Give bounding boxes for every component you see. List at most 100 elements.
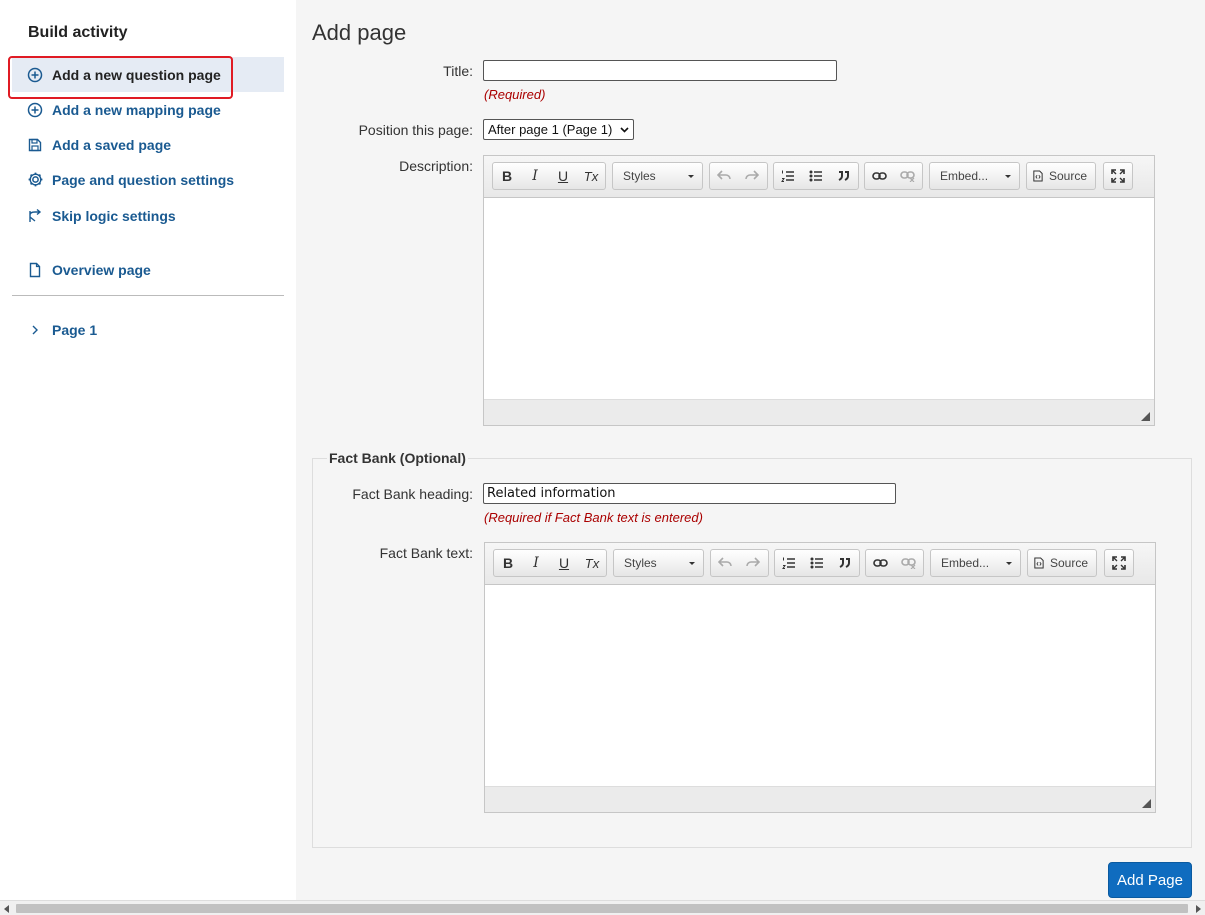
caret-down-icon bbox=[1006, 561, 1012, 565]
undo-icon[interactable] bbox=[710, 163, 738, 189]
sidebar-divider bbox=[12, 295, 284, 296]
sidebar-item-add-saved-page[interactable]: Add a saved page bbox=[12, 127, 284, 162]
scrollbar-thumb[interactable] bbox=[16, 904, 1188, 913]
factbank-editor-body[interactable] bbox=[485, 586, 1155, 786]
maximize-icon[interactable] bbox=[1104, 163, 1132, 189]
sidebar-item-skip-logic-settings[interactable]: Skip logic settings bbox=[12, 198, 284, 233]
caret-down-icon bbox=[689, 561, 695, 565]
sidebar-item-label: Overview page bbox=[52, 261, 151, 278]
factbank-required-note: (Required if Fact Bank text is entered) bbox=[484, 510, 703, 525]
blockquote-icon[interactable] bbox=[830, 163, 858, 189]
unlink-icon[interactable] bbox=[893, 163, 921, 189]
format-group: B I U Tx bbox=[492, 162, 606, 190]
chevron-down-icon bbox=[620, 126, 629, 133]
page-title: Add page bbox=[312, 20, 407, 45]
underline-button[interactable]: U bbox=[550, 550, 578, 576]
link-group bbox=[865, 549, 924, 577]
italic-button[interactable]: I bbox=[521, 163, 549, 189]
embed-dropdown[interactable]: Embed... bbox=[930, 549, 1021, 577]
embed-label: Embed... bbox=[941, 556, 990, 570]
clear-format-button[interactable]: Tx bbox=[578, 550, 606, 576]
source-icon bbox=[1034, 557, 1044, 569]
sidebar-item-page-1[interactable]: Page 1 bbox=[12, 312, 284, 347]
position-label: Position this page: bbox=[358, 122, 473, 138]
source-icon bbox=[1033, 170, 1043, 182]
scroll-right-icon[interactable] bbox=[1196, 905, 1201, 913]
resize-handle-icon[interactable] bbox=[1142, 799, 1151, 808]
editor-toolbar: B I U Tx Styles Embed... Source bbox=[484, 156, 1154, 198]
list-group bbox=[774, 549, 860, 577]
resize-handle-icon[interactable] bbox=[1141, 412, 1150, 421]
sidebar-item-page-question-settings[interactable]: Page and question settings bbox=[12, 162, 284, 197]
description-editor: B I U Tx Styles Embed... Source bbox=[483, 155, 1155, 426]
factbank-legend: Fact Bank (Optional) bbox=[327, 450, 468, 466]
embed-label: Embed... bbox=[940, 169, 989, 183]
unlink-icon[interactable] bbox=[894, 550, 922, 576]
plus-circle-icon bbox=[26, 66, 44, 84]
maximize-group bbox=[1104, 549, 1134, 577]
caret-down-icon bbox=[688, 174, 694, 178]
list-group bbox=[773, 162, 859, 190]
sidebar-item-label: Page 1 bbox=[52, 321, 98, 338]
sidebar-item-label: Skip logic settings bbox=[52, 207, 176, 224]
clear-format-button[interactable]: Tx bbox=[577, 163, 605, 189]
numbered-list-icon[interactable] bbox=[774, 163, 802, 189]
link-icon[interactable] bbox=[865, 163, 893, 189]
description-editor-body[interactable] bbox=[484, 199, 1154, 399]
italic-button[interactable]: I bbox=[522, 550, 550, 576]
sidebar-title: Build activity bbox=[28, 24, 128, 41]
sidebar-item-add-mapping-page[interactable]: Add a new mapping page bbox=[12, 92, 284, 127]
numbered-list-icon[interactable] bbox=[775, 550, 803, 576]
position-select[interactable]: After page 1 (Page 1) bbox=[483, 119, 634, 140]
redo-icon[interactable] bbox=[739, 550, 767, 576]
file-icon bbox=[26, 261, 44, 279]
editor-toolbar: B I U Tx Styles Embed... Source bbox=[485, 543, 1155, 585]
sidebar-item-label: Add a new question page bbox=[52, 66, 221, 83]
title-input[interactable] bbox=[483, 60, 837, 81]
undo-icon[interactable] bbox=[711, 550, 739, 576]
factbank-heading-input[interactable] bbox=[483, 483, 896, 504]
sidebar: Build activity Add a new question page A… bbox=[0, 0, 296, 900]
position-select-value: After page 1 (Page 1) bbox=[488, 122, 613, 137]
history-group bbox=[709, 162, 768, 190]
sidebar-item-label: Page and question settings bbox=[52, 171, 235, 188]
source-label: Source bbox=[1049, 556, 1088, 570]
horizontal-scrollbar[interactable] bbox=[0, 900, 1205, 915]
editor-footer bbox=[484, 399, 1154, 425]
link-icon[interactable] bbox=[866, 550, 894, 576]
bold-button[interactable]: B bbox=[493, 163, 521, 189]
scroll-left-icon[interactable] bbox=[4, 905, 9, 913]
editor-footer bbox=[485, 786, 1155, 812]
factbank-editor: B I U Tx Styles Embed... Source bbox=[484, 542, 1156, 813]
caret-down-icon bbox=[1005, 174, 1011, 178]
blockquote-icon[interactable] bbox=[831, 550, 859, 576]
link-group bbox=[864, 162, 923, 190]
bold-button[interactable]: B bbox=[494, 550, 522, 576]
styles-dropdown[interactable]: Styles bbox=[613, 549, 704, 577]
factbank-text-label: Fact Bank text: bbox=[379, 545, 473, 561]
source-button[interactable]: Source bbox=[1026, 162, 1096, 190]
styles-dropdown[interactable]: Styles bbox=[612, 162, 703, 190]
sidebar-item-add-question-page[interactable]: Add a new question page bbox=[12, 57, 284, 92]
styles-label: Styles bbox=[624, 556, 657, 570]
underline-button[interactable]: U bbox=[549, 163, 577, 189]
bullet-list-icon[interactable] bbox=[803, 550, 831, 576]
sidebar-item-label: Add a new mapping page bbox=[52, 101, 221, 118]
source-label: Source bbox=[1048, 169, 1087, 183]
title-label: Title: bbox=[443, 63, 473, 79]
history-group bbox=[710, 549, 769, 577]
plus-circle-icon bbox=[26, 101, 44, 119]
sidebar-item-overview-page[interactable]: Overview page bbox=[12, 252, 284, 287]
maximize-icon[interactable] bbox=[1105, 550, 1133, 576]
factbank-heading-label: Fact Bank heading: bbox=[352, 486, 473, 502]
add-page-button[interactable]: Add Page bbox=[1108, 862, 1192, 898]
maximize-group bbox=[1103, 162, 1133, 190]
main-content: Add page Title: (Required) Position this… bbox=[296, 0, 1205, 900]
chevron-right-icon[interactable] bbox=[26, 321, 44, 339]
redo-icon[interactable] bbox=[738, 163, 766, 189]
format-group: B I U Tx bbox=[493, 549, 607, 577]
source-button[interactable]: Source bbox=[1027, 549, 1097, 577]
branch-icon bbox=[26, 207, 44, 225]
bullet-list-icon[interactable] bbox=[802, 163, 830, 189]
embed-dropdown[interactable]: Embed... bbox=[929, 162, 1020, 190]
